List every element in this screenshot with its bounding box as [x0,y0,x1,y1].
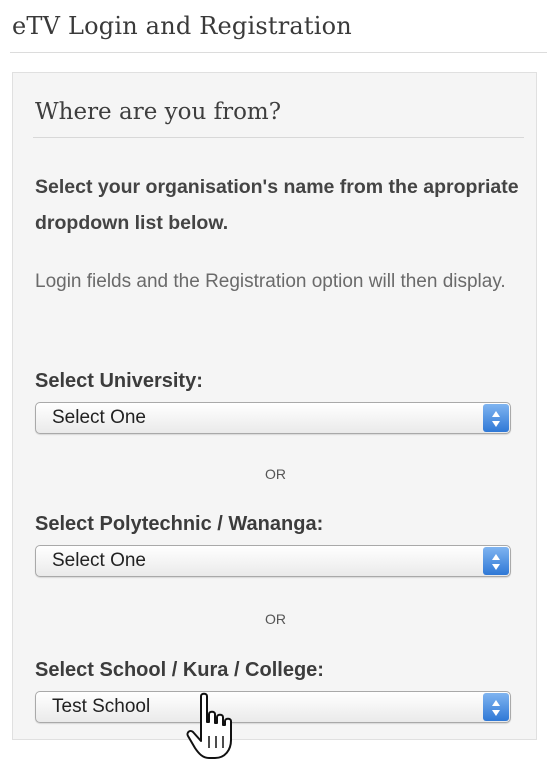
university-label: Select University: [35,370,203,392]
updown-arrows-icon [483,693,509,721]
university-select[interactable]: Select One [35,402,511,434]
organisation-panel: Where are you from? Select your organisa… [12,72,537,740]
polytechnic-select[interactable]: Select One [35,545,511,577]
university-select-value: Select One [52,407,146,428]
page-title: eTV Login and Registration [12,12,352,40]
hand-pointer-icon [186,692,232,759]
or-separator: OR [265,611,286,627]
title-divider [10,52,547,53]
updown-arrows-icon [483,547,509,575]
panel-heading: Where are you from? [35,99,282,125]
note-text: Login fields and the Registration option… [35,271,506,292]
updown-arrows-icon [483,404,509,432]
school-select-value: Test School [52,696,151,717]
panel-divider [33,137,524,138]
polytechnic-select-value: Select One [52,550,146,571]
school-label: Select School / Kura / College: [35,659,324,681]
or-separator: OR [265,466,286,482]
polytechnic-label: Select Polytechnic / Wananga: [35,513,324,535]
school-select[interactable]: Test School [35,691,511,723]
instruction-text: Select your organisation's name from the… [35,176,519,234]
